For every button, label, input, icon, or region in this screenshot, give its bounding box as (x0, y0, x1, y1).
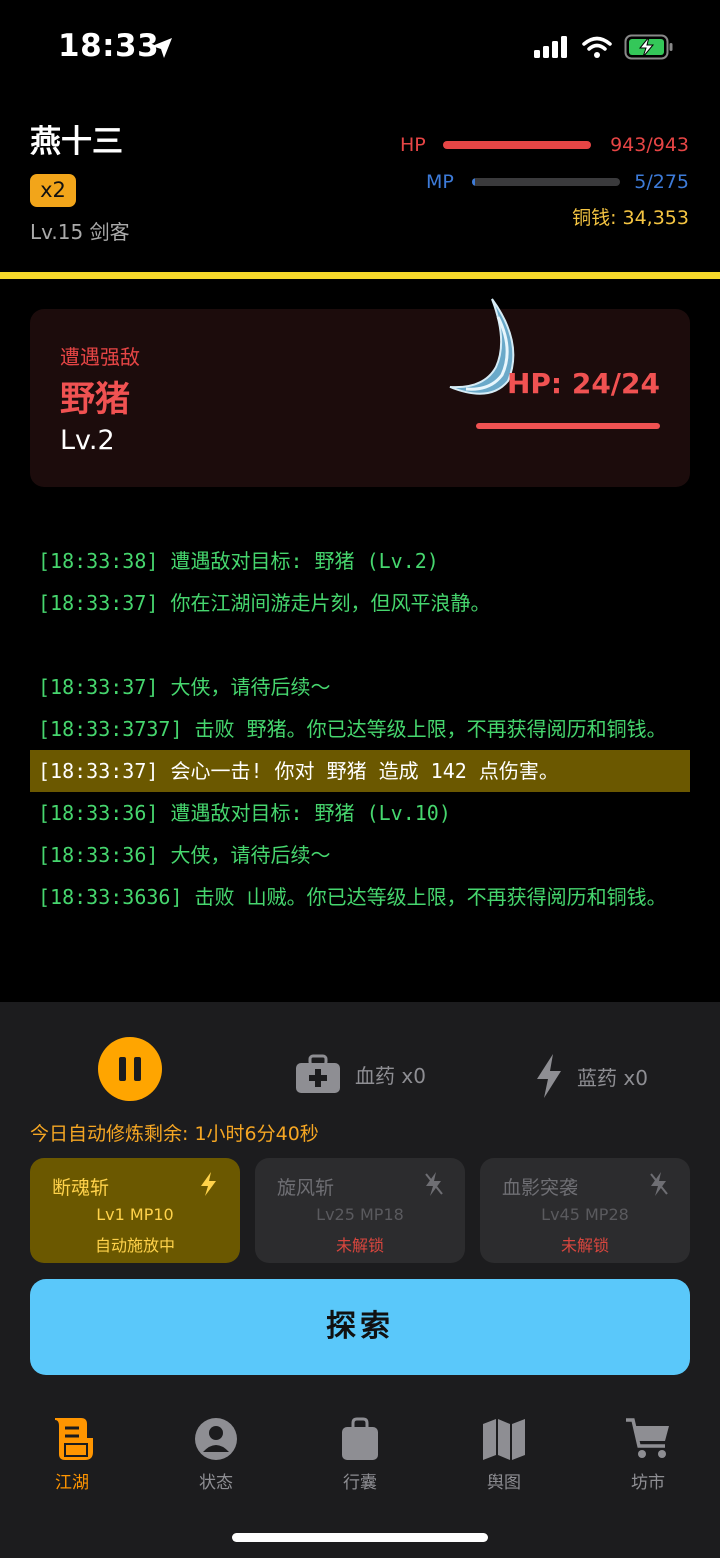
mp-label: MP (426, 171, 454, 193)
log-line: [18:33:3636] 击败 山贼。你已达等级上限，不再获得阅历和铜钱。 (38, 885, 667, 909)
tab-坊市[interactable]: 坊市 (598, 1416, 698, 1493)
cart-icon (598, 1416, 698, 1462)
hp-label: HP (400, 134, 426, 156)
person-icon (166, 1416, 266, 1462)
player-name: 燕十三 (30, 124, 123, 160)
tab-label: 坊市 (631, 1473, 665, 1493)
enemy-hp-bar (476, 423, 660, 429)
log-line-critical: [18:33:37] 会心一击! 你对 野猪 造成 142 点伤害。 (30, 750, 690, 792)
bolt-slash-icon (425, 1172, 443, 1196)
skill-state: 自动施放中 (94, 1236, 175, 1255)
tab-label: 状态 (199, 1473, 233, 1493)
battle-log[interactable]: [18:33:38] 遭遇敌对目标: 野猪 (Lv.2) [18:33:37] 你… (30, 540, 690, 1002)
skill-state: 未解锁 (560, 1236, 609, 1255)
battery-charging-icon (624, 34, 673, 60)
enemy-name: 野猪 (60, 380, 131, 420)
wifi-icon (582, 36, 612, 58)
bolt-slash-icon (650, 1172, 668, 1196)
hp-bar (443, 141, 591, 149)
log-gap (30, 624, 690, 666)
tab-label: 舆图 (487, 1473, 521, 1493)
location-arrow-icon (152, 38, 172, 58)
enemy-card: 遭遇强敌 野猪 Lv.2 HP: 24/24 (30, 298, 690, 487)
map-icon (454, 1416, 554, 1462)
log-line: [18:33:36] 遭遇敌对目标: 野猪 (Lv.10) (38, 801, 451, 825)
skill-level: Lv1 MP10 (96, 1205, 174, 1224)
money-display: 铜钱: 34,353 (572, 207, 689, 229)
enemy-hp: HP: 24/24 (506, 367, 660, 400)
log-line: [18:33:37] 你在江湖间游走片刻，但风平浪静。 (38, 591, 491, 615)
bolt-icon (201, 1172, 216, 1196)
pause-icon (119, 1057, 126, 1081)
skill-name: 旋风斩 (277, 1177, 335, 1199)
mp-potion-button[interactable]: 蓝药 x0 (535, 1054, 648, 1098)
skill-level: Lv25 MP18 (316, 1205, 404, 1224)
log-line: [18:33:36] 大侠，请待后续～ (38, 843, 331, 867)
skill-name: 血影突袭 (502, 1177, 579, 1199)
status-icons (534, 34, 674, 60)
tab-label: 江湖 (55, 1473, 89, 1493)
medkit-icon (296, 1054, 340, 1093)
home-indicator[interactable] (232, 1533, 488, 1542)
mp-bar-fill (472, 178, 475, 186)
skill-level: Lv45 MP28 (541, 1205, 629, 1224)
hp-potion-button[interactable]: 血药 x0 (295, 1054, 426, 1094)
log-line: [18:33:38] 遭遇敌对目标: 野猪 (Lv.2) (38, 549, 439, 573)
tab-江湖[interactable]: 江湖 (22, 1416, 122, 1493)
log-line: [18:33:37] 大侠，请待后续～ (38, 675, 331, 699)
bag-icon (310, 1416, 410, 1462)
multiplier-badge: x2 (30, 174, 76, 207)
log-line: [18:33:3737] 击败 野猪。你已达等级上限，不再获得阅历和铜钱。 (38, 717, 667, 741)
status-time: 18:33 (58, 28, 160, 64)
mp-value: 5/275 (634, 171, 689, 193)
explore-button[interactable]: 探索 (30, 1279, 690, 1375)
hp-potion-label: 血药 x0 (355, 1063, 426, 1088)
mp-bar (472, 178, 620, 186)
tab-状态[interactable]: 状态 (166, 1416, 266, 1493)
skill-card[interactable]: 血影突袭 Lv45 MP28 未解锁 (480, 1158, 690, 1263)
enemy-tag: 遭遇强敌 (60, 345, 140, 369)
scroll-icon (22, 1416, 122, 1462)
enemy-level: Lv.2 (60, 425, 115, 456)
hp-value: 943/943 (610, 134, 689, 156)
tab-label: 行囊 (343, 1473, 377, 1493)
skill-card[interactable]: 断魂斩 Lv1 MP10 自动施放中 (30, 1158, 240, 1263)
tab-舆图[interactable]: 舆图 (454, 1416, 554, 1493)
skill-card[interactable]: 旋风斩 Lv25 MP18 未解锁 (255, 1158, 465, 1263)
auto-remaining-text: 今日自动修炼剩余: 1小时6分40秒 (30, 1123, 319, 1145)
header-divider (0, 272, 720, 279)
player-level: Lv.15 剑客 (30, 220, 130, 244)
bolt-icon (537, 1054, 561, 1098)
cellular-signal-icon (534, 36, 567, 58)
skill-state: 未解锁 (335, 1236, 384, 1255)
tab-行囊[interactable]: 行囊 (310, 1416, 410, 1493)
mp-potion-label: 蓝药 x0 (577, 1065, 648, 1090)
control-panel: 血药 x0 蓝药 x0 今日自动修炼剩余: 1小时6分40秒 断魂斩 Lv1 MP… (0, 1002, 720, 1558)
skill-name: 断魂斩 (52, 1177, 110, 1199)
pause-button[interactable] (98, 1037, 162, 1101)
